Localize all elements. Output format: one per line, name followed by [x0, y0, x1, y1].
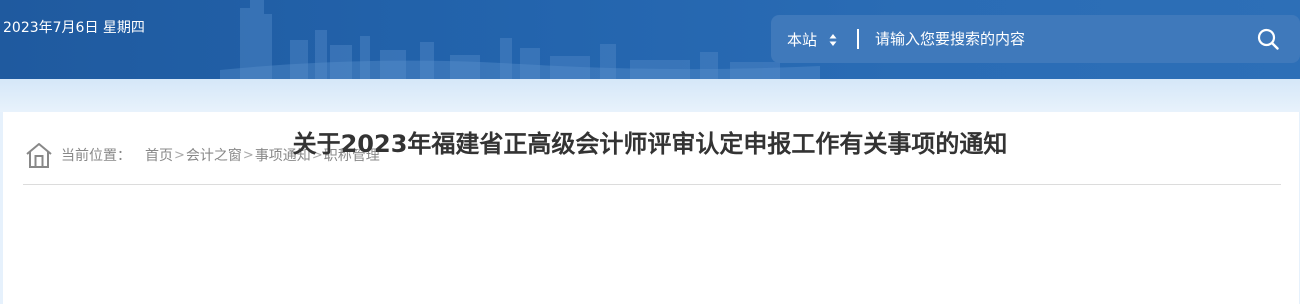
search-input[interactable] — [875, 25, 1235, 53]
search-icon[interactable] — [1257, 28, 1279, 50]
up-down-arrows-icon — [829, 33, 837, 46]
header-banner: 2023年7月6日 星期四 本站 — [0, 0, 1300, 79]
search-scope-label: 本站 — [787, 31, 818, 49]
city-skyline-decoration — [220, 0, 820, 79]
header-gradient-strip — [0, 79, 1300, 112]
breadcrumb-divider — [23, 184, 1281, 185]
article-title: 关于2023年福建省正高级会计师评审认定申报工作有关事项的通知 — [292, 130, 1008, 158]
search-scope-select[interactable]: 本站 — [787, 29, 837, 50]
search-divider — [857, 29, 859, 49]
search-bar: 本站 — [771, 15, 1300, 63]
current-date: 2023年7月6日 星期四 — [3, 20, 145, 36]
